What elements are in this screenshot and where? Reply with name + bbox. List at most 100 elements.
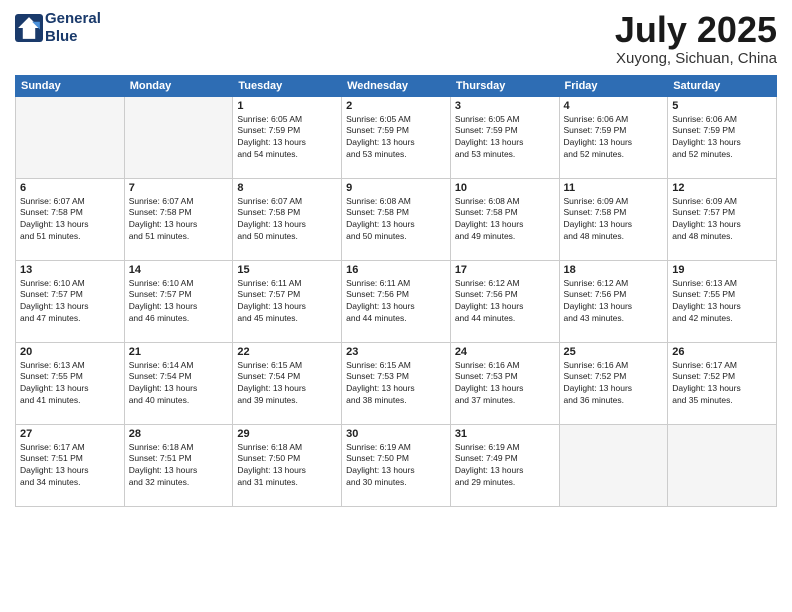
calendar-cell: 27 Sunrise: 6:17 AM Sunset: 7:51 PM Dayli…	[16, 424, 125, 506]
month-title: July 2025	[615, 10, 777, 50]
day-header-tuesday: Tuesday	[233, 75, 342, 96]
day-info: Sunrise: 6:15 AM Sunset: 7:53 PM Dayligh…	[346, 360, 446, 408]
calendar-cell: 9 Sunrise: 6:08 AM Sunset: 7:58 PM Daylig…	[342, 178, 451, 260]
day-number: 15	[237, 264, 337, 276]
week-row-1: 1 Sunrise: 6:05 AM Sunset: 7:59 PM Daylig…	[16, 96, 777, 178]
day-number: 17	[455, 264, 555, 276]
day-info: Sunrise: 6:05 AM Sunset: 7:59 PM Dayligh…	[346, 114, 446, 162]
logo-text: General Blue	[45, 10, 101, 46]
calendar-cell: 5 Sunrise: 6:06 AM Sunset: 7:59 PM Daylig…	[668, 96, 777, 178]
day-number: 9	[346, 182, 446, 194]
day-info: Sunrise: 6:19 AM Sunset: 7:49 PM Dayligh…	[455, 442, 555, 490]
calendar-cell: 14Sunrise: 6:10 AM Sunset: 7:57 PM Dayli…	[124, 260, 233, 342]
day-info: Sunrise: 6:13 AM Sunset: 7:55 PM Dayligh…	[672, 278, 772, 326]
day-info: Sunrise: 6:08 AM Sunset: 7:58 PM Dayligh…	[455, 196, 555, 244]
calendar-cell: 16Sunrise: 6:11 AM Sunset: 7:56 PM Dayli…	[342, 260, 451, 342]
calendar-cell	[668, 424, 777, 506]
calendar-cell: 30 Sunrise: 6:19 AM Sunset: 7:50 PM Dayli…	[342, 424, 451, 506]
day-info: Sunrise: 6:08 AM Sunset: 7:58 PM Dayligh…	[346, 196, 446, 244]
logo: General Blue	[15, 10, 101, 46]
day-info: Sunrise: 6:13 AM Sunset: 7:55 PM Dayligh…	[20, 360, 120, 408]
day-number: 10	[455, 182, 555, 194]
day-info: Sunrise: 6:06 AM Sunset: 7:59 PM Dayligh…	[672, 114, 772, 162]
day-number: 30	[346, 428, 446, 440]
calendar-cell: 31 Sunrise: 6:19 AM Sunset: 7:49 PM Dayli…	[450, 424, 559, 506]
week-row-2: 6 Sunrise: 6:07 AM Sunset: 7:58 PM Daylig…	[16, 178, 777, 260]
day-number: 24	[455, 346, 555, 358]
week-row-5: 27 Sunrise: 6:17 AM Sunset: 7:51 PM Dayli…	[16, 424, 777, 506]
logo-icon	[15, 14, 43, 42]
day-number: 27	[20, 428, 120, 440]
day-number: 2	[346, 100, 446, 112]
calendar-cell	[16, 96, 125, 178]
day-number: 5	[672, 100, 772, 112]
day-number: 8	[237, 182, 337, 194]
calendar-cell: 1Sunrise: 6:05 AM Sunset: 7:59 PM Daylig…	[233, 96, 342, 178]
calendar-cell: 10 Sunrise: 6:08 AM Sunset: 7:58 PM Dayli…	[450, 178, 559, 260]
day-number: 29	[237, 428, 337, 440]
calendar-cell: 24 Sunrise: 6:16 AM Sunset: 7:53 PM Dayli…	[450, 342, 559, 424]
calendar-table: SundayMondayTuesdayWednesdayThursdayFrid…	[15, 75, 777, 507]
day-number: 26	[672, 346, 772, 358]
calendar-cell: 17 Sunrise: 6:12 AM Sunset: 7:56 PM Dayli…	[450, 260, 559, 342]
day-info: Sunrise: 6:16 AM Sunset: 7:52 PM Dayligh…	[564, 360, 664, 408]
calendar-cell: 25 Sunrise: 6:16 AM Sunset: 7:52 PM Dayli…	[559, 342, 668, 424]
title-area: July 2025 Xuyong, Sichuan, China	[615, 10, 777, 67]
day-number: 1	[237, 100, 337, 112]
header: General Blue July 2025 Xuyong, Sichuan, …	[15, 10, 777, 67]
day-info: Sunrise: 6:16 AM Sunset: 7:53 PM Dayligh…	[455, 360, 555, 408]
day-number: 19	[672, 264, 772, 276]
week-row-3: 13 Sunrise: 6:10 AM Sunset: 7:57 PM Dayli…	[16, 260, 777, 342]
day-info: Sunrise: 6:10 AM Sunset: 7:57 PM Dayligh…	[20, 278, 120, 326]
day-info: Sunrise: 6:12 AM Sunset: 7:56 PM Dayligh…	[455, 278, 555, 326]
calendar-cell: 23 Sunrise: 6:15 AM Sunset: 7:53 PM Dayli…	[342, 342, 451, 424]
day-number: 31	[455, 428, 555, 440]
day-info: Sunrise: 6:09 AM Sunset: 7:58 PM Dayligh…	[564, 196, 664, 244]
calendar-page: General Blue July 2025 Xuyong, Sichuan, …	[0, 0, 792, 612]
location: Xuyong, Sichuan, China	[615, 50, 777, 67]
day-info: Sunrise: 6:19 AM Sunset: 7:50 PM Dayligh…	[346, 442, 446, 490]
calendar-cell: 20 Sunrise: 6:13 AM Sunset: 7:55 PM Dayli…	[16, 342, 125, 424]
calendar-cell: 3Sunrise: 6:05 AM Sunset: 7:59 PM Daylig…	[450, 96, 559, 178]
day-header-monday: Monday	[124, 75, 233, 96]
calendar-cell: 29 Sunrise: 6:18 AM Sunset: 7:50 PM Dayli…	[233, 424, 342, 506]
day-number: 23	[346, 346, 446, 358]
day-number: 21	[129, 346, 229, 358]
day-info: Sunrise: 6:05 AM Sunset: 7:59 PM Dayligh…	[455, 114, 555, 162]
day-info: Sunrise: 6:09 AM Sunset: 7:57 PM Dayligh…	[672, 196, 772, 244]
calendar-cell	[124, 96, 233, 178]
day-number: 18	[564, 264, 664, 276]
day-info: Sunrise: 6:12 AM Sunset: 7:56 PM Dayligh…	[564, 278, 664, 326]
day-info: Sunrise: 6:17 AM Sunset: 7:51 PM Dayligh…	[20, 442, 120, 490]
calendar-cell: 26 Sunrise: 6:17 AM Sunset: 7:52 PM Dayli…	[668, 342, 777, 424]
day-number: 13	[20, 264, 120, 276]
calendar-cell: 22Sunrise: 6:15 AM Sunset: 7:54 PM Dayli…	[233, 342, 342, 424]
calendar-cell: 7 Sunrise: 6:07 AM Sunset: 7:58 PM Daylig…	[124, 178, 233, 260]
day-info: Sunrise: 6:07 AM Sunset: 7:58 PM Dayligh…	[237, 196, 337, 244]
day-info: Sunrise: 6:11 AM Sunset: 7:56 PM Dayligh…	[346, 278, 446, 326]
day-info: Sunrise: 6:07 AM Sunset: 7:58 PM Dayligh…	[20, 196, 120, 244]
day-info: Sunrise: 6:17 AM Sunset: 7:52 PM Dayligh…	[672, 360, 772, 408]
calendar-cell: 2 Sunrise: 6:05 AM Sunset: 7:59 PM Daylig…	[342, 96, 451, 178]
day-info: Sunrise: 6:18 AM Sunset: 7:50 PM Dayligh…	[237, 442, 337, 490]
calendar-cell: 8 Sunrise: 6:07 AM Sunset: 7:58 PM Daylig…	[233, 178, 342, 260]
day-info: Sunrise: 6:11 AM Sunset: 7:57 PM Dayligh…	[237, 278, 337, 326]
day-number: 12	[672, 182, 772, 194]
calendar-cell: 19 Sunrise: 6:13 AM Sunset: 7:55 PM Dayli…	[668, 260, 777, 342]
calendar-cell: 4Sunrise: 6:06 AM Sunset: 7:59 PM Daylig…	[559, 96, 668, 178]
day-header-friday: Friday	[559, 75, 668, 96]
day-info: Sunrise: 6:15 AM Sunset: 7:54 PM Dayligh…	[237, 360, 337, 408]
day-info: Sunrise: 6:14 AM Sunset: 7:54 PM Dayligh…	[129, 360, 229, 408]
day-number: 28	[129, 428, 229, 440]
calendar-cell: 15 Sunrise: 6:11 AM Sunset: 7:57 PM Dayli…	[233, 260, 342, 342]
day-info: Sunrise: 6:18 AM Sunset: 7:51 PM Dayligh…	[129, 442, 229, 490]
day-number: 20	[20, 346, 120, 358]
day-number: 6	[20, 182, 120, 194]
day-info: Sunrise: 6:06 AM Sunset: 7:59 PM Dayligh…	[564, 114, 664, 162]
day-info: Sunrise: 6:07 AM Sunset: 7:58 PM Dayligh…	[129, 196, 229, 244]
calendar-cell	[559, 424, 668, 506]
day-header-wednesday: Wednesday	[342, 75, 451, 96]
day-number: 25	[564, 346, 664, 358]
calendar-cell: 28 Sunrise: 6:18 AM Sunset: 7:51 PM Dayli…	[124, 424, 233, 506]
day-number: 7	[129, 182, 229, 194]
